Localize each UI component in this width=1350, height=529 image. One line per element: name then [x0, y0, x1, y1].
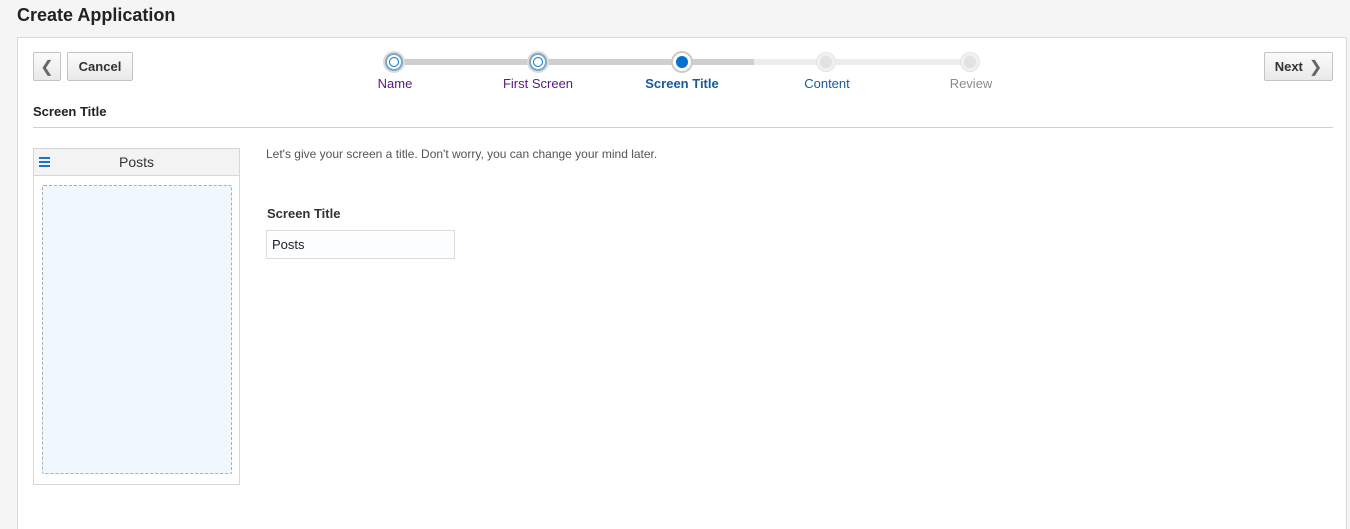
train-stop-screen-title [673, 53, 691, 71]
intro-text: Let's give your screen a title. Don't wo… [266, 147, 658, 161]
train-label-name[interactable]: Name [378, 76, 413, 91]
train-label-content[interactable]: Content [804, 76, 850, 91]
next-button-label: Next [1274, 59, 1303, 74]
preview-content-dropzone [42, 185, 232, 474]
screen-title-label: Screen Title [267, 206, 341, 221]
train-label-first-screen[interactable]: First Screen [503, 76, 573, 91]
train-stop-content[interactable] [817, 53, 835, 71]
train-label-review: Review [949, 76, 993, 91]
screen-preview: Posts [33, 148, 240, 485]
page-title: Create Application [17, 5, 176, 25]
train-stop-name[interactable] [385, 53, 403, 71]
train-track-completed [394, 59, 754, 65]
train-stop-first-screen[interactable] [529, 53, 547, 71]
chevron-right-icon: ❯ [1308, 58, 1323, 76]
section-divider [33, 127, 1333, 128]
train-label-screen-title: Screen Title [645, 76, 719, 91]
preview-header: Posts [34, 149, 239, 176]
preview-title: Posts [118, 154, 154, 170]
next-button[interactable]: Next ❯ [1264, 52, 1333, 81]
wizard-panel: ❮ Cancel Name First Screen Screen Title … [17, 37, 1347, 529]
screen-title-input[interactable] [266, 230, 455, 259]
wizard-train: Name First Screen Screen Title Content R… [18, 38, 1346, 98]
train-track-remaining [754, 59, 970, 65]
train-stop-review [961, 53, 979, 71]
section-title: Screen Title [33, 104, 107, 119]
